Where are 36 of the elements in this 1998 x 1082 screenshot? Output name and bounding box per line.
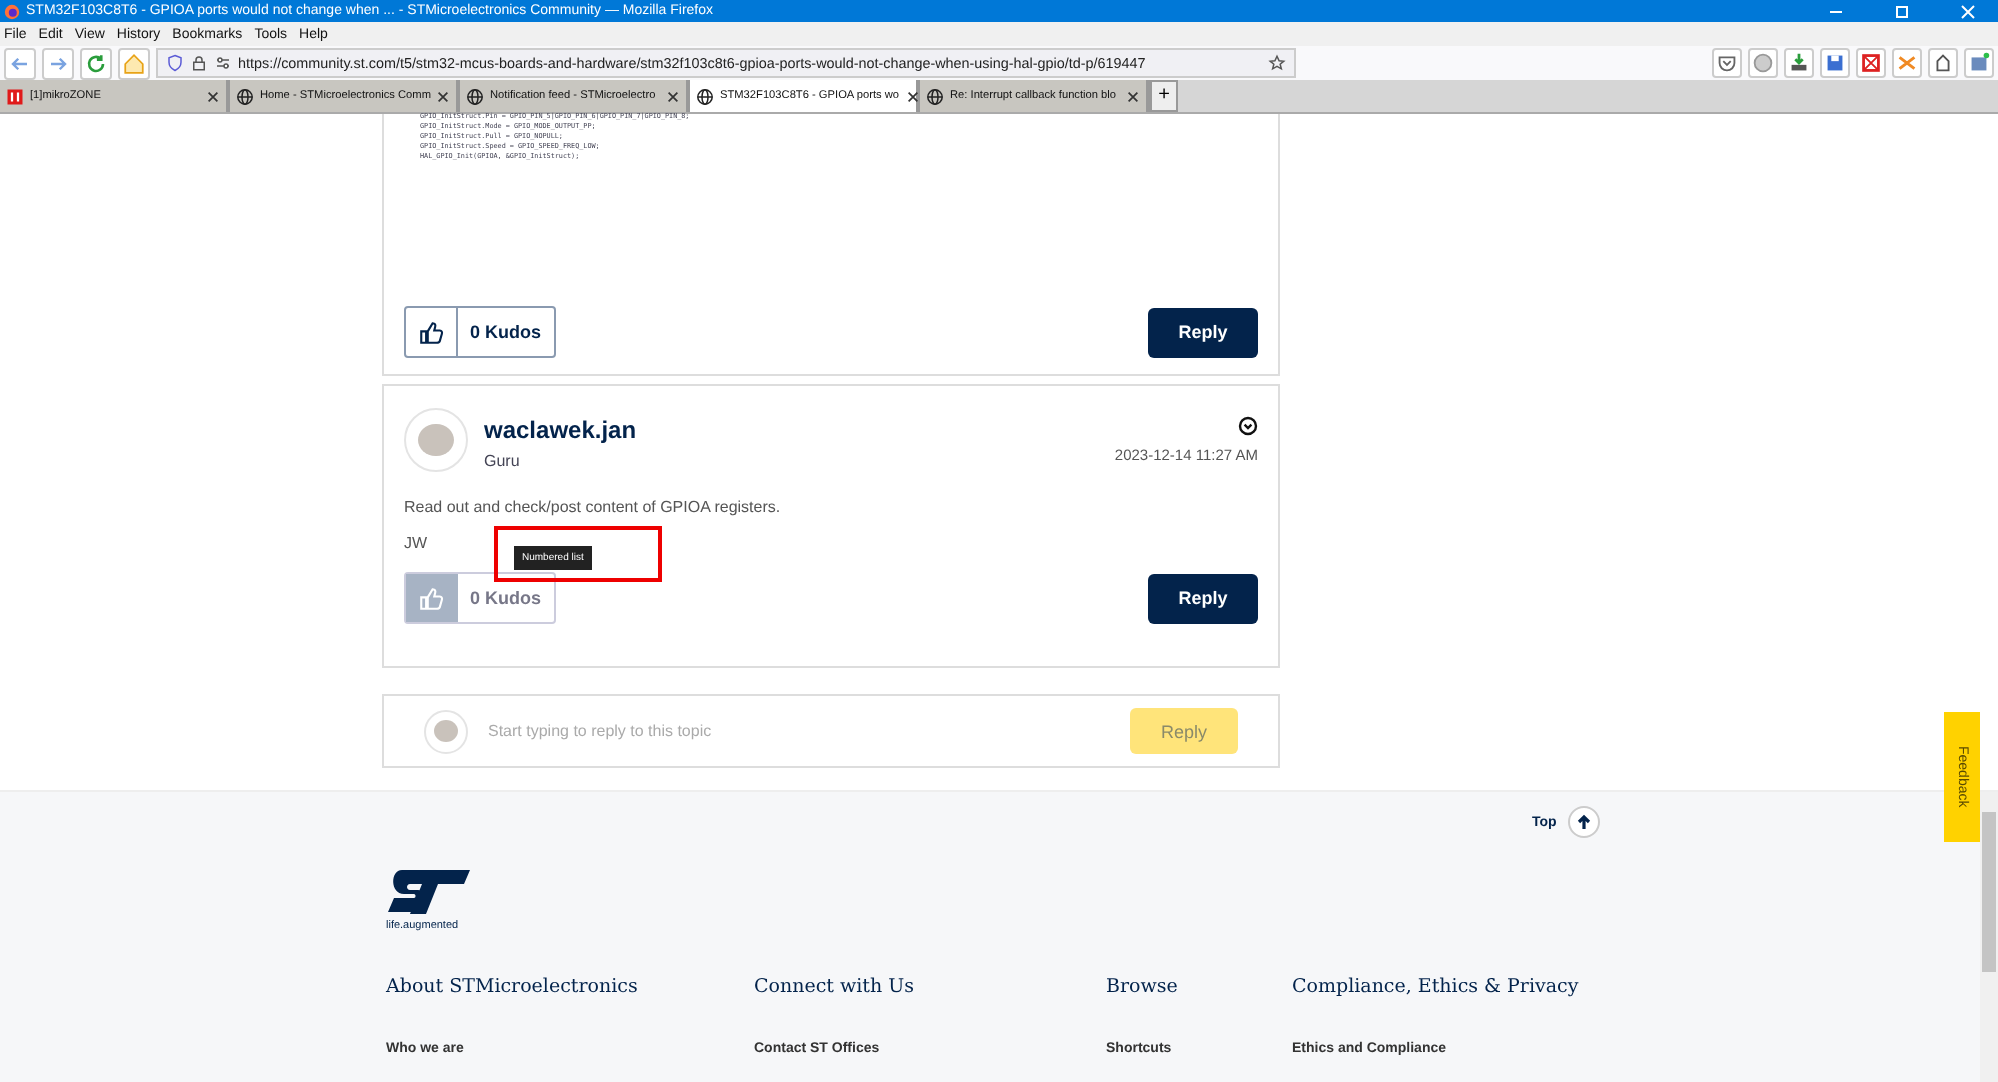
browser-logo-icon <box>4 3 20 19</box>
download-icon[interactable] <box>1784 48 1814 78</box>
author-rank: Guru <box>484 452 522 470</box>
permissions-icon <box>214 54 232 72</box>
maximize-icon[interactable] <box>1892 1 1912 21</box>
reply-input-field[interactable]: Start typing to reply to this topic <box>484 720 1114 742</box>
close-tab-icon[interactable] <box>206 89 220 103</box>
star-icon[interactable] <box>1268 54 1286 72</box>
close-tab-icon[interactable] <box>905 89 920 103</box>
shield-icon <box>166 54 184 72</box>
close-tab-icon[interactable] <box>666 89 680 103</box>
scrollbar[interactable] <box>1980 792 1998 1082</box>
close-tab-icon[interactable] <box>436 89 451 103</box>
options-chevron-icon[interactable] <box>1238 416 1258 436</box>
sidebar-icon[interactable] <box>1964 48 1994 78</box>
post-text: JW <box>404 534 430 552</box>
footer-heading: About STMicroelectronics <box>386 976 640 998</box>
thumbs-up-icon <box>418 585 444 611</box>
reload-icon[interactable] <box>80 47 112 79</box>
avatar-image <box>434 720 458 742</box>
company-logo-icon <box>386 868 474 916</box>
thumbs-up-icon <box>418 319 444 345</box>
new-tab-button[interactable]: + <box>1150 80 1178 112</box>
crossed-square-icon[interactable] <box>1856 48 1886 78</box>
kudos-button[interactable]: 0 Kudos <box>404 306 556 358</box>
footer-heading: Compliance, Ethics & Privacy <box>1292 976 1579 998</box>
avatar-image <box>418 423 454 457</box>
footer-heading: Connect with Us <box>754 976 917 998</box>
close-icon[interactable] <box>1958 1 1978 21</box>
footer-heading: Browse <box>1106 976 1180 998</box>
lock-icon <box>190 54 208 72</box>
close-tab-icon[interactable] <box>1126 89 1140 103</box>
site-logo-icon <box>6 87 24 105</box>
reply-button[interactable]: Reply <box>1148 307 1258 357</box>
post-text: Read out and check/post content of GPIOA registers. <box>404 498 783 516</box>
pocket-icon[interactable] <box>1712 48 1742 78</box>
